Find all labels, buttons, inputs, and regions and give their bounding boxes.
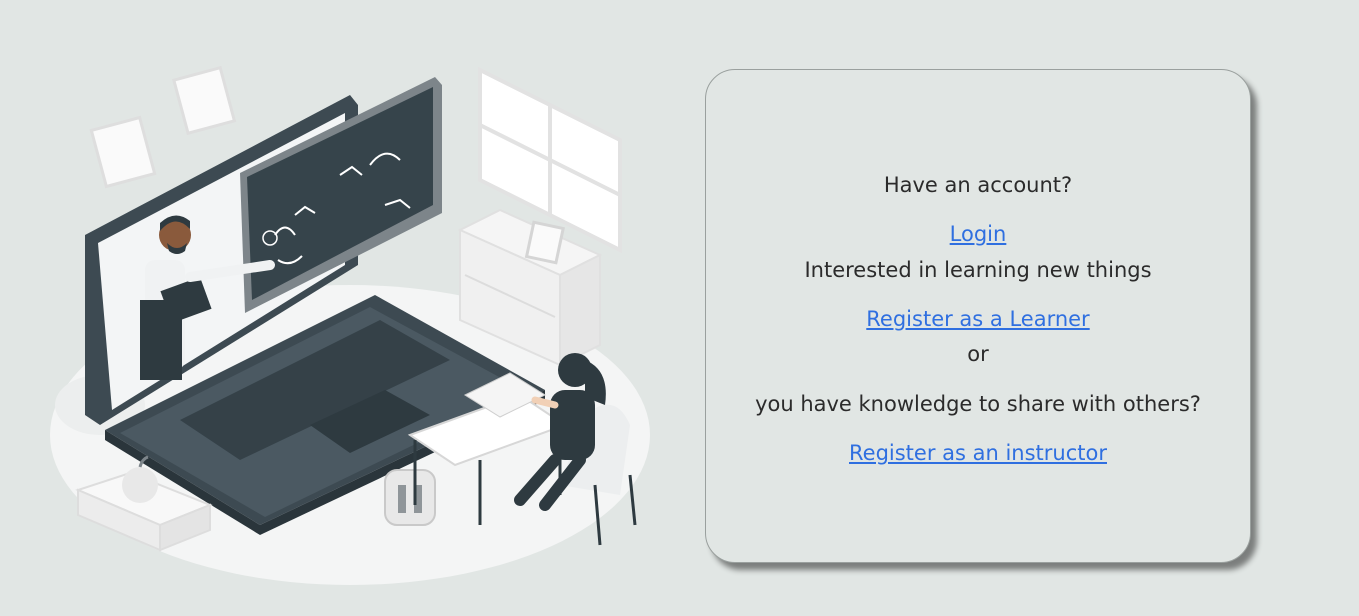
auth-card: Have an account? Login Interested in lea… xyxy=(705,69,1251,563)
register-instructor-row: Register as an instructor xyxy=(706,440,1250,466)
register-learner-row: Register as a Learner xyxy=(706,306,1250,332)
or-text: or xyxy=(967,342,989,366)
login-link[interactable]: Login xyxy=(950,222,1007,246)
login-link-row: Login xyxy=(706,221,1250,247)
knowledge-text: you have knowledge to share with others? xyxy=(755,392,1201,416)
online-learning-illustration xyxy=(50,65,650,585)
backpack-shape xyxy=(384,469,436,526)
page: Have an account? Login Interested in lea… xyxy=(0,0,1359,616)
register-learner-link[interactable]: Register as a Learner xyxy=(866,307,1089,331)
register-instructor-link[interactable]: Register as an instructor xyxy=(849,441,1107,465)
have-account-text: Have an account? xyxy=(883,173,1073,197)
interested-text: Interested in learning new things xyxy=(804,258,1152,282)
